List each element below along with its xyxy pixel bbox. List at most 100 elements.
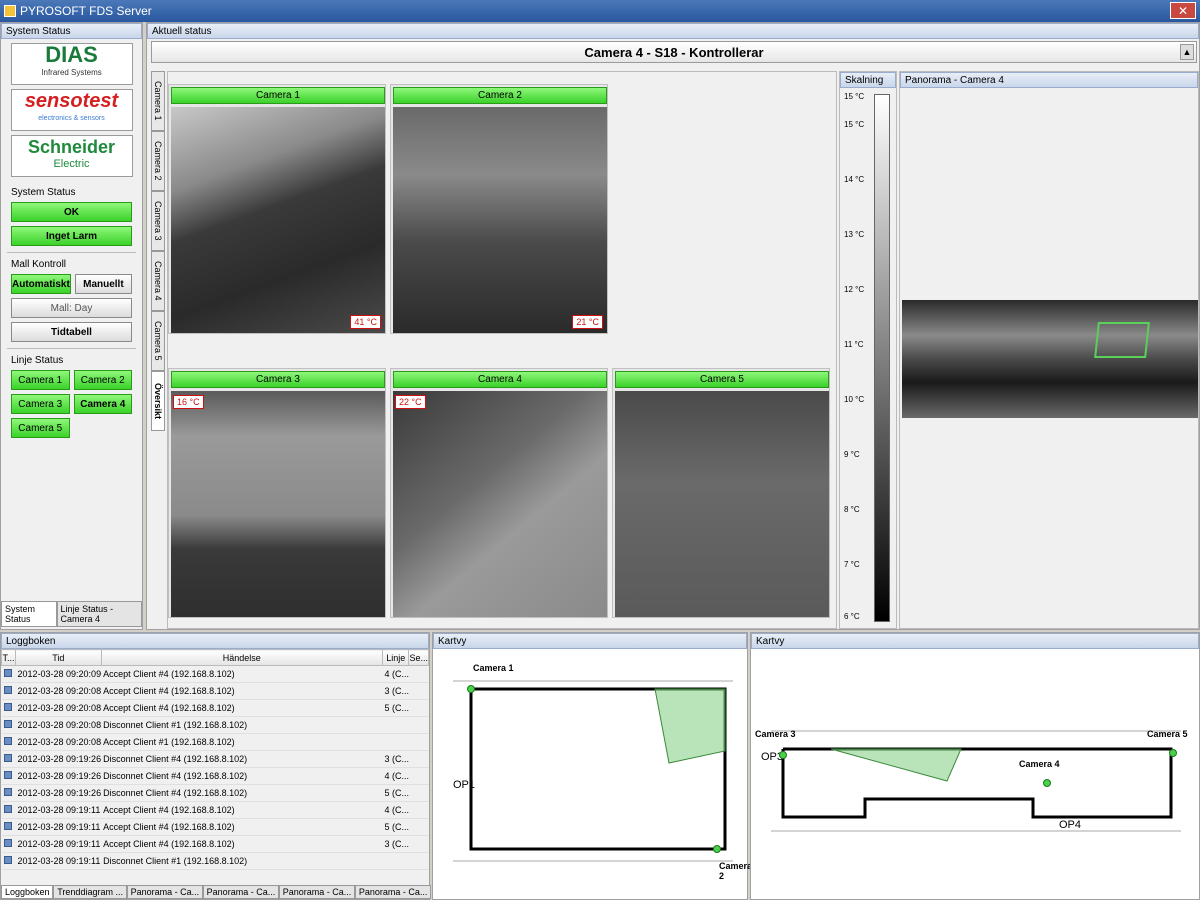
log-row-event: Disconnet Client #4 (192.168.8.102) (101, 767, 383, 785)
schedule-button[interactable]: Tidtabell (11, 322, 132, 342)
vtab-overview[interactable]: Översikt (151, 371, 165, 431)
log-row-event: Accept Client #4 (192.168.8.102) (101, 699, 383, 717)
log-row[interactable]: 2012-03-28 09:19:11 Accept Client #4 (192… (1, 835, 429, 853)
map-2-camera-3-marker[interactable] (779, 751, 787, 759)
log-row[interactable]: 2012-03-28 09:20:08 Accept Client #4 (192… (1, 682, 429, 700)
log-row[interactable]: 2012-03-28 09:19:11 Accept Client #4 (192… (1, 801, 429, 819)
tab-panorama[interactable]: Panorama - Ca... (126, 885, 203, 899)
log-row[interactable]: 2012-03-28 09:19:11 Disconnet Client #1 (… (1, 852, 429, 870)
system-status-panel: System Status DIAS Infrared Systems sens… (0, 22, 143, 630)
camera-2-image (393, 107, 607, 333)
current-status-header: Aktuell status (147, 23, 1199, 39)
log-row-icon (1, 716, 16, 734)
vtab-camera-3[interactable]: Camera 3 (151, 191, 165, 251)
camera-3-temp: 16 °C (173, 395, 204, 409)
camera-4-view[interactable]: Camera 4 22 °C (390, 368, 608, 618)
log-row-line: 3 (C... (382, 682, 409, 700)
log-row-sensor (408, 818, 429, 836)
tab-panorama[interactable]: Panorama - Ca... (202, 885, 279, 899)
map-2-camera-4-marker[interactable] (1043, 779, 1051, 787)
log-row[interactable]: 2012-03-28 09:20:08 Accept Client #1 (192… (1, 733, 429, 751)
tab-trend[interactable]: Trenddiagram ... (53, 885, 127, 899)
log-row[interactable]: 2012-03-28 09:19:26 Disconnet Client #4 (… (1, 784, 429, 802)
current-status-panel: Aktuell status Camera 4 - S18 - Kontroll… (146, 22, 1200, 630)
camera-4-image (393, 391, 607, 617)
camera-3-image (171, 391, 385, 617)
map-2-drawing[interactable] (751, 651, 1199, 899)
vtab-camera-4[interactable]: Camera 4 (151, 251, 165, 311)
map-2-camera-5-marker[interactable] (1169, 749, 1177, 757)
tab-system-status[interactable]: System Status (1, 601, 57, 627)
map-1-camera-2-marker[interactable] (713, 845, 721, 853)
auto-button[interactable]: Automatiskt (11, 274, 71, 294)
tab-line-status[interactable]: Linje Status - Camera 4 (56, 601, 142, 627)
sensotest-logo-text: sensotest (24, 90, 119, 112)
log-row[interactable]: 2012-03-28 09:20:09 Accept Client #4 (192… (1, 665, 429, 683)
log-row-icon (1, 852, 16, 870)
tab-panorama[interactable]: Panorama - Ca... (278, 885, 355, 899)
panorama-image[interactable] (902, 300, 1198, 418)
log-col-sensor[interactable]: Se... (408, 649, 429, 666)
status-ok-button[interactable]: OK (11, 202, 132, 222)
log-row-time: 2012-03-28 09:19:11 (15, 852, 102, 870)
camera-status-title-text: Camera 4 - S18 - Kontrollerar (584, 44, 764, 60)
log-row[interactable]: 2012-03-28 09:19:26 Disconnet Client #4 (… (1, 767, 429, 785)
camera-5-view[interactable]: Camera 5 (612, 368, 830, 618)
log-entry-icon (3, 771, 12, 779)
map-1-drawing[interactable] (433, 651, 747, 899)
log-row-icon (1, 818, 16, 836)
log-col-type[interactable]: T... (1, 649, 16, 666)
vtab-camera-1[interactable]: Camera 1 (151, 71, 165, 131)
line-camera-2-button[interactable]: Camera 2 (73, 370, 132, 390)
log-row-sensor (408, 733, 429, 751)
log-row[interactable]: 2012-03-28 09:19:26 Disconnet Client #4 (… (1, 750, 429, 768)
line-camera-4-button[interactable]: Camera 4 (73, 394, 132, 414)
map-1-camera-1-marker[interactable] (467, 685, 475, 693)
camera-3-view[interactable]: Camera 3 16 °C (168, 368, 386, 618)
status-alarm-button[interactable]: Inget Larm (11, 226, 132, 246)
line-camera-5-button[interactable]: Camera 5 (11, 418, 70, 438)
log-entry-icon (3, 720, 12, 728)
log-row-event: Accept Client #4 (192.168.8.102) (101, 665, 383, 683)
schneider-logo: Schneider Electric (10, 135, 133, 177)
log-row-event: Accept Client #4 (192.168.8.102) (101, 818, 383, 836)
log-row-time: 2012-03-28 09:20:08 (15, 716, 102, 734)
sensotest-logo-sub: electronics & sensors (38, 115, 105, 122)
scale-tick: 15 °C (844, 92, 865, 101)
tab-panorama[interactable]: Panorama - Ca... (354, 885, 431, 899)
line-camera-1-button[interactable]: Camera 1 (11, 370, 70, 390)
close-button[interactable]: ✕ (1170, 2, 1196, 19)
log-entry-icon (3, 839, 12, 847)
log-col-event[interactable]: Händelse (100, 649, 383, 666)
log-row[interactable]: 2012-03-28 09:20:08 Disconnet Client #1 (… (1, 716, 429, 734)
schneider-logo-text: Schneider (27, 137, 116, 157)
vtab-camera-5[interactable]: Camera 5 (151, 311, 165, 371)
mall-day-button[interactable]: Mall: Day (11, 298, 132, 318)
camera-1-view[interactable]: Camera 1 41 °C (168, 84, 386, 334)
log-entry-icon (3, 788, 12, 796)
log-row-icon (1, 835, 16, 853)
line-camera-3-button[interactable]: Camera 3 (11, 394, 70, 414)
vtab-camera-2[interactable]: Camera 2 (151, 131, 165, 191)
camera-1-temp: 41 °C (350, 315, 381, 329)
system-status-label: System Status (11, 187, 76, 198)
log-entry-icon (3, 703, 12, 711)
log-tabs: Loggboken Trenddiagram ... Panorama - Ca… (1, 885, 431, 899)
scale-tick: 11 °C (844, 340, 864, 349)
log-col-line[interactable]: Linje (381, 649, 410, 666)
manual-button[interactable]: Manuellt (74, 274, 132, 294)
map-1-camera-2-label: Camera 2 (719, 861, 753, 881)
camera-2-view[interactable]: Camera 2 21 °C (390, 84, 608, 334)
tab-log[interactable]: Loggboken (1, 885, 54, 899)
scale-tick: 8 °C (844, 505, 860, 514)
scale-tick: 7 °C (844, 560, 860, 569)
log-col-time[interactable]: Tid (15, 649, 102, 666)
scroll-arrow-icon[interactable]: ▲ (1180, 44, 1194, 60)
log-row-icon (1, 801, 16, 819)
camera-4-label: Camera 4 (393, 371, 607, 388)
log-row[interactable]: 2012-03-28 09:19:11 Accept Client #4 (192… (1, 818, 429, 836)
map-2-camera-4-label: Camera 4 (1019, 759, 1060, 769)
log-entry-icon (3, 805, 12, 813)
log-row-time: 2012-03-28 09:19:26 (15, 767, 102, 785)
log-row[interactable]: 2012-03-28 09:20:08 Accept Client #4 (192… (1, 699, 429, 717)
